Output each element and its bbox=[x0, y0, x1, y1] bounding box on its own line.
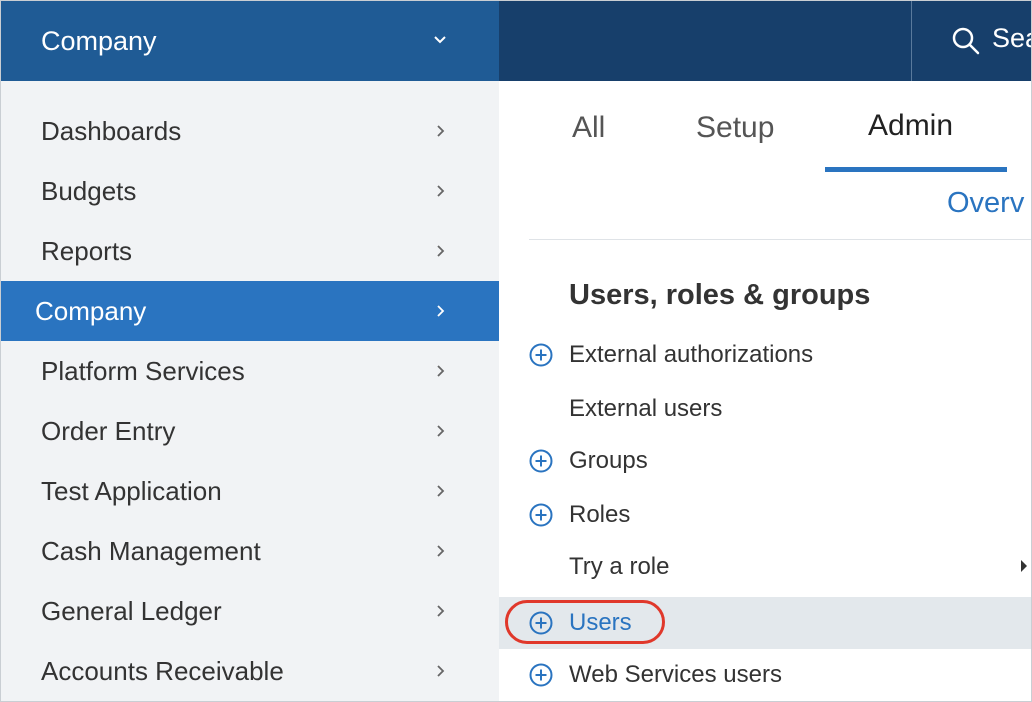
menu-item-external-authorizations[interactable]: External authorizations bbox=[499, 329, 1031, 381]
divider bbox=[529, 239, 1031, 240]
nav-item-platform-services[interactable]: Platform Services bbox=[1, 341, 499, 401]
menu-item-web-services-users[interactable]: Web Services users bbox=[499, 649, 1031, 701]
nav-item-dashboards[interactable]: Dashboards bbox=[1, 101, 499, 161]
company-switcher[interactable]: Company bbox=[1, 1, 499, 81]
menu-item-label: Roles bbox=[569, 501, 631, 528]
nav-item-reports[interactable]: Reports bbox=[1, 221, 499, 281]
search-icon bbox=[952, 27, 980, 55]
tab-admin[interactable]: Admin bbox=[868, 109, 953, 143]
menu-item-label: Try a role bbox=[569, 553, 670, 580]
add-circle-icon[interactable] bbox=[529, 343, 553, 367]
nav-item-label: Company bbox=[35, 295, 147, 326]
top-bar: Company Sea bbox=[1, 1, 1031, 81]
nav-item-test-application[interactable]: Test Application bbox=[1, 461, 499, 521]
caret-right-icon bbox=[1021, 560, 1027, 572]
nav-item-order-entry[interactable]: Order Entry bbox=[1, 401, 499, 461]
add-circle-icon[interactable] bbox=[529, 449, 553, 473]
tab-setup[interactable]: Setup bbox=[696, 111, 774, 145]
overview-link[interactable]: Overv bbox=[947, 187, 1024, 220]
nav-item-accounts-receivable[interactable]: Accounts Receivable bbox=[1, 641, 499, 701]
chevron-right-icon bbox=[437, 605, 445, 617]
nav-item-label: Reports bbox=[41, 235, 133, 266]
chevron-right-icon bbox=[437, 125, 445, 137]
menu-item-roles[interactable]: Roles bbox=[499, 489, 1031, 541]
company-switcher-label: Company bbox=[41, 25, 157, 56]
nav-item-label: Dashboards bbox=[41, 115, 182, 146]
left-nav: Dashboards Budgets Reports Company Platf… bbox=[1, 81, 499, 701]
app-frame: Company Sea Dashboards Budgets Reports bbox=[0, 0, 1032, 702]
nav-item-label: Test Application bbox=[41, 475, 222, 506]
menu-panel: All Setup Admin Overv Users, roles & gro… bbox=[499, 81, 1031, 701]
menu-item-groups[interactable]: Groups bbox=[499, 435, 1031, 487]
chevron-right-icon bbox=[437, 185, 445, 197]
highlight-callout bbox=[505, 600, 665, 644]
menu-item-label: Web Services users bbox=[569, 661, 782, 688]
menu-item-external-users[interactable]: External users bbox=[499, 383, 1031, 435]
active-tab-indicator bbox=[825, 167, 1007, 172]
section-title: Users, roles & groups bbox=[569, 279, 871, 311]
nav-item-general-ledger[interactable]: General Ledger bbox=[1, 581, 499, 641]
nav-item-label: Cash Management bbox=[41, 535, 261, 566]
tab-all[interactable]: All bbox=[572, 111, 605, 145]
chevron-right-icon bbox=[437, 665, 445, 677]
menu-item-label: Groups bbox=[569, 447, 648, 474]
add-circle-icon[interactable] bbox=[529, 663, 553, 687]
chevron-right-icon bbox=[437, 245, 445, 257]
menu-item-try-a-role[interactable]: Try a role bbox=[499, 541, 1031, 593]
nav-item-company[interactable]: Company bbox=[1, 281, 499, 341]
search-label: Sea bbox=[992, 23, 1031, 53]
menu-item-label: External authorizations bbox=[569, 341, 814, 368]
menu-item-label: External users bbox=[569, 395, 723, 422]
chevron-right-icon bbox=[437, 365, 445, 377]
chevron-right-icon bbox=[437, 545, 445, 557]
nav-item-label: Order Entry bbox=[41, 415, 176, 446]
nav-item-label: General Ledger bbox=[41, 595, 222, 626]
nav-item-label: Budgets bbox=[41, 175, 137, 206]
chevron-right-icon bbox=[437, 305, 445, 317]
menu-item-users[interactable]: Users bbox=[499, 597, 1031, 649]
nav-item-budgets[interactable]: Budgets bbox=[1, 161, 499, 221]
add-circle-icon[interactable] bbox=[529, 503, 553, 527]
chevron-right-icon bbox=[437, 485, 445, 497]
chevron-down-icon bbox=[434, 36, 446, 44]
nav-item-cash-management[interactable]: Cash Management bbox=[1, 521, 499, 581]
nav-item-label: Accounts Receivable bbox=[41, 655, 284, 686]
search-button[interactable]: Sea bbox=[912, 1, 1031, 81]
chevron-right-icon bbox=[437, 425, 445, 437]
nav-item-label: Platform Services bbox=[41, 355, 245, 386]
